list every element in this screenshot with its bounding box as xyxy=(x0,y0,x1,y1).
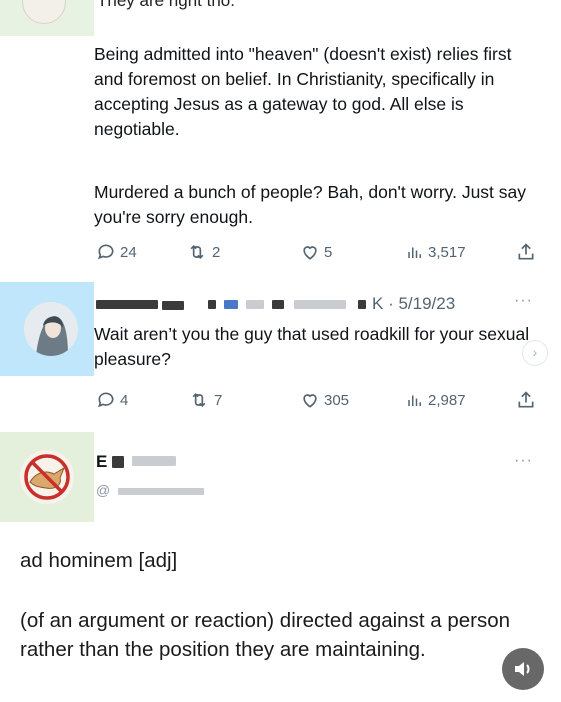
reply-icon xyxy=(97,244,114,260)
heart-icon xyxy=(303,246,317,260)
redacted-handle xyxy=(246,300,264,309)
repost-count: 2 xyxy=(212,243,221,261)
redacted-handle xyxy=(358,300,366,309)
like-button[interactable]: 5 xyxy=(300,242,332,262)
redacted-name xyxy=(132,456,176,466)
repost-icon xyxy=(190,244,204,260)
reply-icon xyxy=(97,392,114,408)
no-dragon-icon xyxy=(20,450,74,504)
more-options-button[interactable]: ··· xyxy=(514,452,533,470)
redacted-handle xyxy=(118,488,204,495)
avatar[interactable] xyxy=(20,450,74,504)
speaker-icon xyxy=(515,662,530,676)
redacted-name xyxy=(112,456,124,468)
repost-count: 7 xyxy=(214,391,223,409)
views-button[interactable]: 2,987 xyxy=(406,390,466,410)
more-options-button[interactable]: ··· xyxy=(514,292,533,310)
tweet2-meta: K · 5/19/23 xyxy=(372,294,455,314)
tweet2-actions: 4 7 305 2,987 xyxy=(94,390,544,416)
tweet1-body-paragraph-2: Murdered a bunch of people? Bah, don't w… xyxy=(94,182,527,227)
avatar[interactable] xyxy=(24,302,78,356)
tweet1-partial-text: They are right tho. xyxy=(97,0,235,10)
redacted-name xyxy=(208,300,216,309)
avatar-tweet1-panel xyxy=(0,0,94,36)
views-icon xyxy=(408,247,421,258)
verified-badge-icon xyxy=(224,300,238,309)
definition-meaning: (of an argument or reaction) directed ag… xyxy=(20,609,510,661)
tweet-date[interactable]: · 5/19/23 xyxy=(388,294,455,313)
sound-toggle-button[interactable] xyxy=(502,648,544,690)
screenshot-frame: They are right tho. Being admitted into … xyxy=(0,0,561,702)
tweet1-actions: 24 2 5 3,517 xyxy=(94,242,544,268)
reply-button[interactable]: 24 xyxy=(96,242,137,262)
chevron-right-icon[interactable]: › xyxy=(522,340,548,366)
avatar-tweet2-panel xyxy=(0,282,94,376)
heart-icon xyxy=(303,394,317,408)
avatar[interactable] xyxy=(22,0,66,24)
repost-icon xyxy=(192,392,206,408)
reply-button[interactable]: 4 xyxy=(96,390,128,410)
tweet1-body-paragraph-1: Being admitted into "heaven" (doesn't ex… xyxy=(94,44,512,139)
redacted-name xyxy=(162,301,184,310)
like-button[interactable]: 305 xyxy=(300,390,349,410)
tweet2-header: K · 5/19/23 ··· xyxy=(96,292,556,314)
reply-count: 24 xyxy=(120,243,137,261)
views-count: 2,987 xyxy=(428,391,466,409)
tweet3-header: E ··· @ xyxy=(96,452,556,512)
redacted-name xyxy=(96,300,158,309)
tweet2-body: Wait aren’t you the guy that used roadki… xyxy=(94,324,530,369)
avatar-tweet3-panel xyxy=(0,432,94,522)
redacted-handle xyxy=(272,300,284,309)
redacted-handle xyxy=(294,300,346,309)
share-icon xyxy=(518,391,534,408)
like-count: 305 xyxy=(324,391,350,409)
repost-button[interactable]: 7 xyxy=(188,390,222,410)
share-button[interactable] xyxy=(516,390,536,410)
share-button[interactable] xyxy=(516,242,536,262)
views-button[interactable]: 3,517 xyxy=(406,242,466,262)
reply-count: 4 xyxy=(120,391,129,409)
repost-button[interactable]: 2 xyxy=(186,242,220,262)
share-icon xyxy=(518,243,534,260)
avatar-figure-icon xyxy=(24,302,78,356)
views-icon xyxy=(408,395,421,406)
handle-suffix: K xyxy=(372,294,384,313)
redacted-name-initial: E xyxy=(96,452,108,471)
like-count: 5 xyxy=(324,243,333,261)
views-count: 3,517 xyxy=(428,243,466,261)
definition-term: ad hominem [adj] xyxy=(20,549,178,572)
at-icon: @ xyxy=(96,482,111,498)
